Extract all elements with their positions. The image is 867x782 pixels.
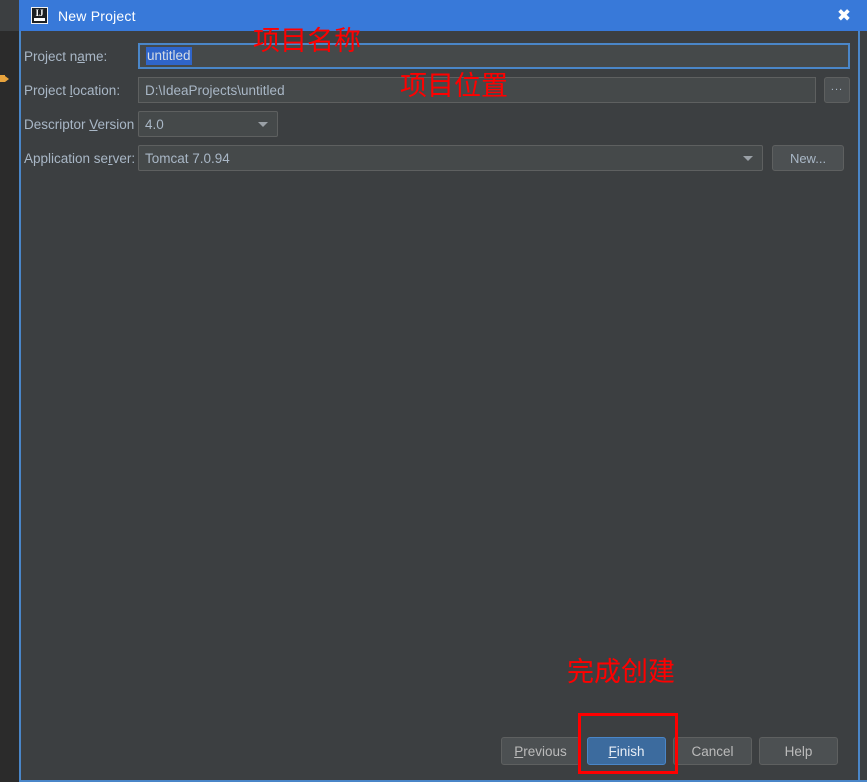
descriptor-version-dropdown[interactable]: 4.0 (138, 111, 278, 137)
new-server-button-label: New... (789, 150, 827, 166)
project-name-row: Project name: untitled (24, 43, 859, 69)
annotation-box-finish-button (578, 713, 678, 774)
chevron-down-icon (258, 122, 268, 127)
descriptor-version-row: Descriptor Version 4.0 (24, 111, 859, 137)
intellij-idea-icon: IJ (31, 7, 48, 24)
dialog-title: New Project (58, 7, 136, 24)
annotation-finish: 完成创建 (567, 657, 675, 688)
application-server-label: Application server: (24, 150, 136, 166)
project-name-input[interactable]: untitled (138, 43, 850, 69)
help-button[interactable]: Help (759, 737, 838, 765)
descriptor-version-value: 4.0 (145, 116, 164, 132)
annotation-project-name: 项目名称 (253, 26, 361, 57)
new-project-dialog-screenshot: IJ New Project ✖ Project name: untitled … (0, 0, 867, 782)
ellipsis-icon: ... (830, 81, 844, 93)
new-server-button[interactable]: New... (772, 145, 844, 171)
dialog-titlebar: IJ New Project ✖ (19, 0, 867, 31)
annotation-project-location: 项目位置 (400, 71, 508, 102)
project-name-value: untitled (146, 47, 192, 65)
dialog-body: Project name: untitled Project location:… (19, 31, 867, 782)
project-location-label: Project location: (24, 82, 121, 98)
editor-gutter-marker-icon (0, 75, 9, 82)
dialog-right-border (858, 31, 860, 780)
application-server-dropdown[interactable]: Tomcat 7.0.94 (138, 145, 763, 171)
chevron-down-icon (743, 156, 753, 161)
descriptor-version-label: Descriptor Version (24, 116, 135, 132)
project-name-label: Project name: (24, 48, 108, 64)
application-server-row: Application server: Tomcat 7.0.94 New... (24, 145, 859, 171)
previous-button[interactable]: Previous (501, 737, 580, 765)
cancel-button[interactable]: Cancel (673, 737, 752, 765)
project-location-value: D:\IdeaProjects\untitled (145, 82, 285, 98)
close-icon[interactable]: ✖ (821, 0, 867, 31)
browse-location-button[interactable]: ... (824, 77, 850, 103)
application-server-value: Tomcat 7.0.94 (145, 150, 230, 166)
desktop-left-strip (0, 31, 19, 782)
